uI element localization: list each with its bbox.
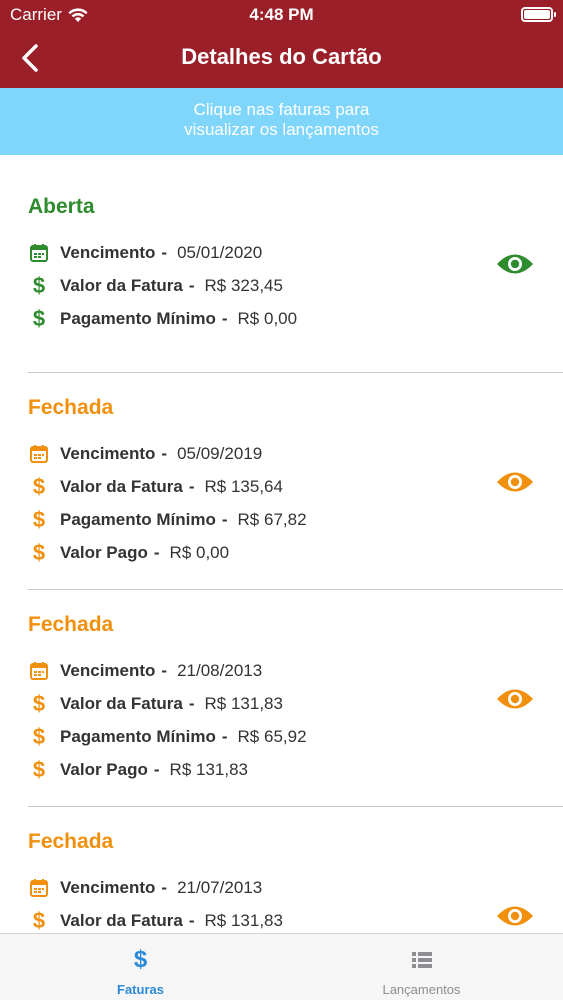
minimum-value: R$ 0,00	[237, 309, 298, 328]
dollar-icon: $	[32, 691, 46, 716]
minimum-row: $ Pagamento Mínimo - R$ 67,82	[28, 507, 307, 533]
separator: -	[161, 878, 168, 897]
divider	[28, 589, 563, 590]
paid-row: $ Valor Pago - R$ 0,00	[28, 540, 229, 566]
amount-label: Valor da Fatura	[60, 911, 183, 930]
paid-label: Valor Pago	[60, 543, 148, 562]
separator: -	[153, 760, 160, 779]
separator: -	[221, 510, 228, 529]
invoice-status: Fechada	[28, 830, 114, 853]
due-value: 05/09/2019	[177, 444, 263, 463]
dollar-icon: $	[32, 540, 46, 565]
dollar-icon: $	[133, 946, 148, 973]
dollar-icon: $	[32, 724, 46, 749]
minimum-label: Pagamento Mínimo	[60, 510, 216, 529]
separator: -	[161, 444, 168, 463]
paid-value: R$ 131,83	[169, 760, 248, 779]
invoice-status: Fechada	[28, 613, 114, 636]
dollar-icon: $	[32, 507, 46, 532]
invoice-status: Fechada	[28, 396, 114, 419]
eye-icon[interactable]	[496, 686, 534, 712]
banner-line-2: visualizar os lançamentos	[184, 120, 379, 139]
minimum-value: R$ 65,92	[237, 727, 307, 746]
separator: -	[161, 243, 168, 262]
header: Carrier 4:48 PM Detalhes do Cartão	[0, 0, 563, 88]
separator: -	[188, 276, 195, 295]
paid-row: $ Valor Pago - R$ 131,83	[28, 757, 248, 783]
amount-value: R$ 323,45	[204, 276, 283, 295]
info-banner: Clique nas faturas para visualizar os la…	[0, 88, 563, 155]
due-value: 21/08/2013	[177, 661, 263, 680]
amount-row: $ Valor da Fatura - R$ 135,64	[28, 474, 283, 500]
due-row: Vencimento - 21/08/2013	[28, 658, 262, 684]
paid-label: Valor Pago	[60, 760, 148, 779]
due-row: Vencimento - 05/01/2020	[28, 240, 262, 266]
invoice-card[interactable]: Fechada Vencimento - 21/08/2013 $ Valor d…	[28, 613, 563, 788]
separator: -	[221, 309, 228, 328]
separator: -	[161, 661, 168, 680]
due-value: 21/07/2013	[177, 878, 263, 897]
battery-icon	[521, 7, 556, 22]
calendar-icon	[30, 244, 48, 262]
eye-icon[interactable]	[496, 251, 534, 277]
dollar-icon: $	[32, 908, 46, 933]
calendar-icon	[30, 445, 48, 463]
tab-label: Lançamentos	[382, 982, 461, 997]
due-label: Vencimento	[60, 444, 156, 463]
minimum-row: $ Pagamento Mínimo - R$ 0,00	[28, 306, 297, 332]
page-title: Detalhes do Cartão	[181, 44, 382, 69]
amount-label: Valor da Fatura	[60, 276, 183, 295]
due-label: Vencimento	[60, 661, 156, 680]
amount-label: Valor da Fatura	[60, 477, 183, 496]
amount-row: $ Valor da Fatura - R$ 131,83	[28, 691, 283, 717]
nav-bar: Detalhes do Cartão	[0, 30, 563, 88]
paid-value: R$ 0,00	[169, 543, 230, 562]
separator: -	[188, 911, 195, 930]
due-value: 05/01/2020	[177, 243, 263, 262]
minimum-row: $ Pagamento Mínimo - R$ 65,92	[28, 724, 307, 750]
invoice-status: Aberta	[28, 195, 95, 218]
amount-row: $ Valor da Fatura - R$ 131,83	[28, 908, 283, 933]
calendar-icon	[30, 879, 48, 897]
banner-line-1: Clique nas faturas para	[193, 100, 370, 119]
clock: 4:48 PM	[249, 5, 314, 24]
invoice-card[interactable]: Fechada Vencimento - 21/07/2013 $ Valor d…	[28, 830, 563, 933]
due-row: Vencimento - 05/09/2019	[28, 441, 262, 467]
separator: -	[188, 477, 195, 496]
amount-value: R$ 135,64	[204, 477, 283, 496]
divider	[28, 806, 563, 807]
dollar-icon: $	[32, 306, 46, 331]
eye-icon[interactable]	[496, 469, 534, 495]
amount-row: $ Valor da Fatura - R$ 323,45	[28, 273, 283, 299]
tab-lancamentos[interactable]: Lançamentos	[281, 934, 562, 1000]
calendar-icon	[30, 662, 48, 680]
divider	[28, 372, 563, 373]
due-label: Vencimento	[60, 243, 156, 262]
minimum-label: Pagamento Mínimo	[60, 309, 216, 328]
tab-label: Faturas	[117, 982, 164, 997]
invoice-card[interactable]: Aberta Vencimento - 05/01/2020 $ Valor da…	[28, 195, 563, 345]
status-bar: Carrier 4:48 PM	[0, 0, 563, 30]
eye-icon[interactable]	[496, 903, 534, 929]
dollar-icon: $	[32, 474, 46, 499]
tab-bar: $ Faturas Lançamentos	[0, 933, 563, 1000]
amount-value: R$ 131,83	[204, 694, 283, 713]
dollar-icon: $	[32, 273, 46, 298]
list-icon	[411, 952, 432, 968]
separator: -	[221, 727, 228, 746]
dollar-icon: $	[32, 757, 46, 782]
minimum-value: R$ 67,82	[237, 510, 307, 529]
separator: -	[153, 543, 160, 562]
amount-value: R$ 131,83	[204, 911, 283, 930]
separator: -	[188, 694, 195, 713]
amount-label: Valor da Fatura	[60, 694, 183, 713]
invoice-card[interactable]: Fechada Vencimento - 05/09/2019 $ Valor d…	[28, 396, 563, 571]
invoice-list[interactable]: Aberta Vencimento - 05/01/2020 $ Valor da…	[0, 155, 563, 933]
minimum-label: Pagamento Mínimo	[60, 727, 216, 746]
due-row: Vencimento - 21/07/2013	[28, 875, 262, 901]
due-label: Vencimento	[60, 878, 156, 897]
tab-faturas[interactable]: $ Faturas	[0, 934, 281, 1000]
